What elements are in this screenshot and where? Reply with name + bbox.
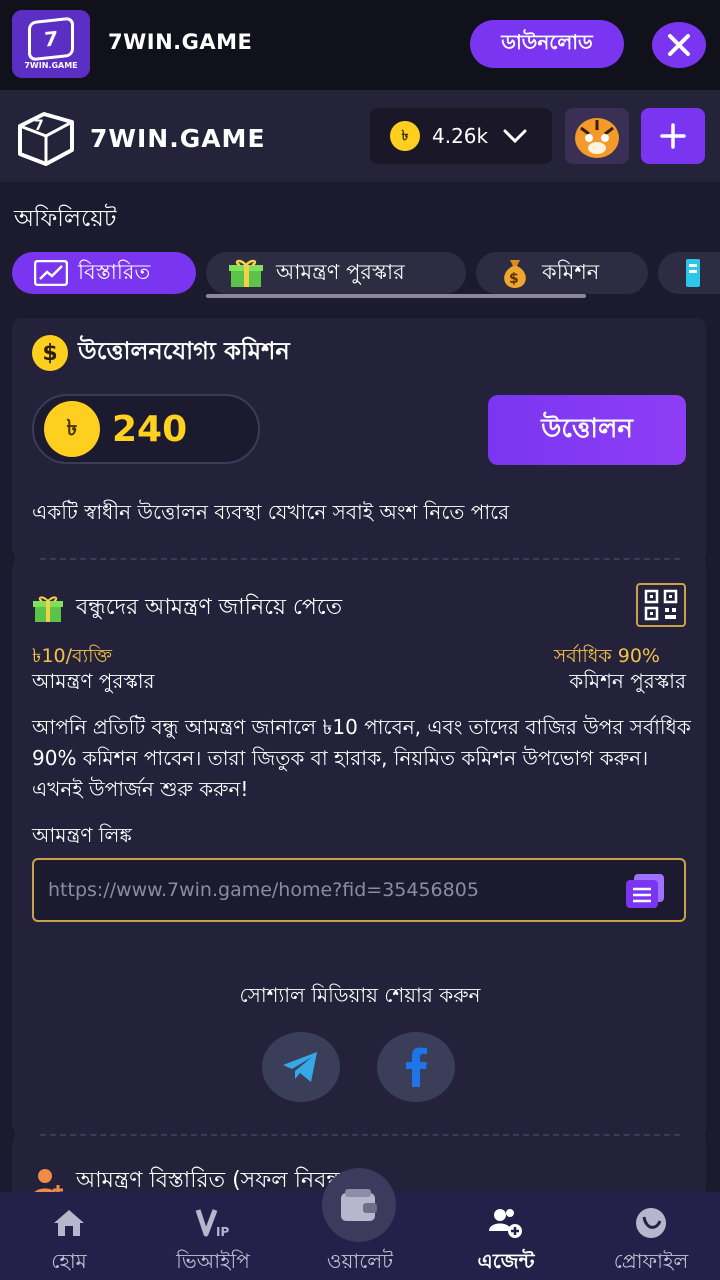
vip-icon: IP (195, 1206, 231, 1239)
withdraw-button[interactable]: উত্তোলন (488, 395, 686, 465)
app-logo: 7 7WIN.GAME (12, 10, 90, 78)
app-logo-text: 7WIN.GAME (24, 60, 78, 70)
tab-scrollbar[interactable] (206, 294, 586, 298)
tab-commission[interactable]: $ কমিশন (476, 252, 648, 294)
svg-text:$: $ (509, 271, 519, 287)
nav-home[interactable]: হোম (24, 1192, 114, 1280)
close-icon (668, 34, 690, 56)
facebook-icon (406, 1047, 427, 1087)
divider (40, 1134, 680, 1136)
tab-bar: বিস্তারিত আমন্ত্রণ পুরস্কার $ কমিশন (0, 252, 720, 300)
tiger-avatar-icon (575, 118, 619, 158)
facebook-share-button[interactable] (377, 1032, 455, 1102)
nav-label: ওয়ালেট (326, 1249, 394, 1273)
tab-label: কমিশন (542, 259, 600, 284)
tab-more[interactable] (658, 252, 720, 294)
invite-section-title: বন্ধুদের আমন্ত্রণ জানিয়ে পেতে (32, 590, 342, 627)
nav-vip[interactable]: IP ভিআইপি (158, 1192, 268, 1280)
withdrawable-section-title: $ উত্তোলনযোগ্য কমিশন (32, 333, 290, 373)
nav-label: হোম (51, 1249, 87, 1273)
money-bag-icon: $ (498, 256, 532, 290)
chart-icon (34, 260, 68, 286)
banner-brand-name: 7WIN.GAME (108, 30, 253, 54)
nav-label: ভিআইপি (176, 1249, 250, 1273)
report-icon (680, 257, 704, 289)
svg-text:7: 7 (34, 118, 44, 134)
taka-coin-icon: ৳ (390, 121, 420, 151)
taka-coin-icon: ৳ (44, 401, 100, 457)
nav-wallet[interactable]: ওয়ালেট (310, 1192, 410, 1280)
commission-reward-label: কমিশন পুরস্কার (569, 669, 686, 693)
card-notch (705, 1120, 720, 1150)
download-button[interactable]: ডাউনলোড (470, 20, 624, 68)
close-banner-button[interactable] (652, 22, 706, 68)
avatar[interactable] (565, 108, 629, 164)
invite-description: আপনি প্রতিটি বন্ধু আমন্ত্রণ জানালে ৳10 প… (32, 715, 691, 801)
invite-link-box (32, 858, 686, 922)
download-banner: 7 7WIN.GAME 7WIN.GAME ডাউনলোড (0, 0, 720, 90)
gift-icon (228, 257, 266, 289)
nav-agent[interactable]: এজেন্ট (456, 1192, 556, 1280)
plus-icon (660, 123, 686, 149)
copy-icon (626, 874, 664, 908)
withdraw-description: একটি স্বাধীন উত্তোলন ব্যবস্থা যেখানে সবা… (32, 500, 510, 524)
chevron-down-icon (503, 129, 527, 144)
nav-label: এজেন্ট (477, 1249, 535, 1273)
share-title: সোশ্যাল মিডিয়ায় শেয়ার করুন (239, 983, 481, 1007)
qr-code-icon (644, 589, 678, 621)
dice-logo-icon: 7 (28, 16, 74, 61)
site-brand-name: 7WIN.GAME (90, 124, 266, 153)
gift-icon (33, 595, 63, 622)
balance-value: 4.26k (432, 124, 489, 148)
profile-icon (634, 1206, 668, 1239)
home-icon (52, 1206, 86, 1239)
deposit-plus-button[interactable] (641, 108, 705, 164)
nav-profile[interactable]: প্রোফাইল (596, 1192, 706, 1280)
tab-invite-reward[interactable]: আমন্ত্রণ পুরস্কার (206, 252, 466, 294)
balance-dropdown[interactable]: ৳ 4.26k (370, 108, 552, 164)
divider (40, 558, 680, 560)
telegram-share-button[interactable] (262, 1032, 340, 1102)
commission-amount-box: ৳ 240 (32, 394, 260, 464)
invite-reward-label: আমন্ত্রণ পুরস্কার (32, 669, 155, 693)
telegram-icon (283, 1052, 317, 1082)
svg-text:IP: IP (216, 1225, 229, 1238)
card-notch (705, 544, 720, 574)
copy-link-button[interactable] (624, 872, 666, 910)
tab-details[interactable]: বিস্তারিত (12, 252, 196, 294)
qr-code-button[interactable] (636, 583, 686, 627)
tab-label: আমন্ত্রণ পুরস্কার (276, 259, 405, 284)
invite-title-text: বন্ধুদের আমন্ত্রণ জানিয়ে পেতে (76, 595, 343, 620)
site-logo-icon[interactable]: 7 (12, 108, 78, 168)
page-title: অফিলিয়েট (14, 206, 117, 232)
tab-label: বিস্তারিত (78, 259, 151, 284)
withdrawable-title-text: উত্তোলনযোগ্য কমিশন (78, 337, 290, 365)
invite-link-label: আমন্ত্রণ লিঙ্ক (32, 823, 132, 847)
agent-icon (488, 1206, 524, 1239)
commission-amount: 240 (112, 408, 188, 450)
invite-link-input[interactable] (48, 860, 608, 920)
dollar-icon: $ (32, 335, 68, 371)
nav-label: প্রোফাইল (613, 1249, 689, 1273)
